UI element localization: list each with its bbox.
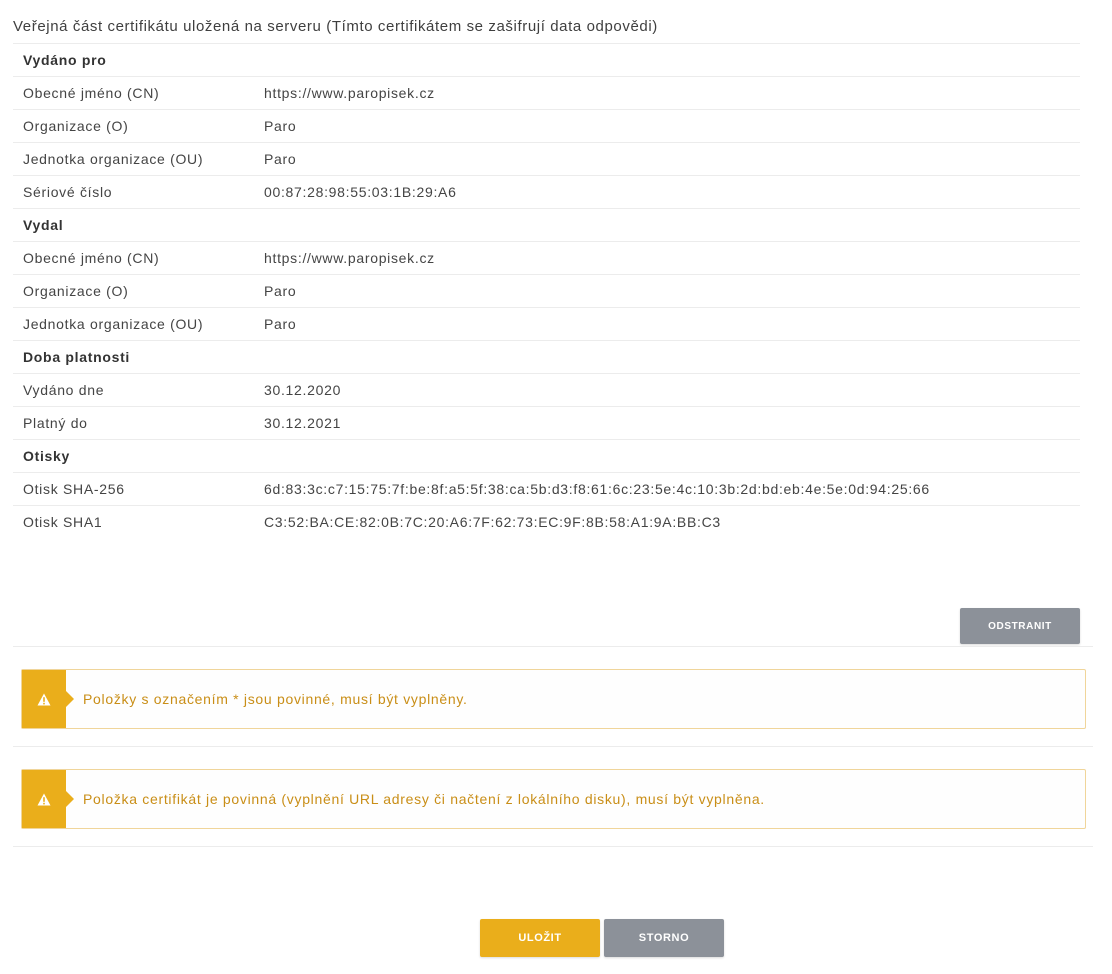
field-label: Sériové číslo — [13, 175, 254, 209]
table-row: Jednotka organizace (OU) Paro — [13, 307, 1080, 341]
section-validity: Doba platnosti — [13, 340, 1080, 374]
table-row: Otisk SHA-256 6d:83:3c:c7:15:75:7f:be:8f… — [13, 472, 1080, 506]
field-value: Paro — [254, 274, 1080, 308]
table-row: Organizace (O) Paro — [13, 109, 1080, 143]
field-label: Obecné jméno (CN) — [13, 76, 254, 110]
page-title: Veřejná část certifikátu uložená na serv… — [13, 18, 658, 35]
divider — [13, 846, 1093, 847]
table-row: Otisk SHA1 C3:52:BA:CE:82:0B:7C:20:A6:7F… — [13, 506, 1080, 539]
field-value: Paro — [254, 142, 1080, 176]
field-label: Organizace (O) — [13, 109, 254, 143]
table-row: Obecné jméno (CN) https://www.paropisek.… — [13, 241, 1080, 275]
alert-text: Položka certifikát je povinná (vyplnění … — [83, 791, 765, 807]
field-label: Jednotka organizace (OU) — [13, 307, 254, 341]
alert-icon-box — [22, 770, 74, 828]
field-value: C3:52:BA:CE:82:0B:7C:20:A6:7F:62:73:EC:9… — [264, 514, 721, 530]
warning-icon — [37, 793, 51, 805]
field-value: https://www.paropisek.cz — [254, 76, 1080, 110]
section-title: Otisky — [13, 439, 1080, 473]
section-issued-by: Vydal — [13, 208, 1080, 242]
alert-text: Položky s označením * jsou povinné, musí… — [83, 691, 468, 707]
section-title: Vydáno pro — [13, 44, 1080, 77]
divider — [13, 746, 1093, 747]
alert-icon-box — [22, 670, 74, 728]
field-label: Platný do — [13, 406, 254, 440]
field-label: Otisk SHA1 — [23, 514, 103, 530]
required-fields-alert: Položky s označením * jsou povinné, musí… — [21, 669, 1086, 729]
section-title: Doba platnosti — [13, 340, 1080, 374]
field-value: 30.12.2021 — [254, 406, 1080, 440]
certificate-required-alert: Položka certifikát je povinná (vyplnění … — [21, 769, 1086, 829]
field-value: Paro — [254, 307, 1080, 341]
section-fingerprints: Otisky — [13, 439, 1080, 473]
field-value: 30.12.2020 — [254, 373, 1080, 407]
field-label: Organizace (O) — [13, 274, 254, 308]
table-row: Platný do 30.12.2021 — [13, 406, 1080, 440]
table-row: Organizace (O) Paro — [13, 274, 1080, 308]
table-row: Sériové číslo 00:87:28:98:55:03:1B:29:A6 — [13, 175, 1080, 209]
certificate-table: Vydáno pro Obecné jméno (CN) https://www… — [13, 44, 1080, 538]
divider — [13, 646, 1093, 647]
field-value: Paro — [254, 109, 1080, 143]
field-label: Obecné jméno (CN) — [13, 241, 254, 275]
cancel-button[interactable]: STORNO — [604, 919, 724, 957]
field-label: Jednotka organizace (OU) — [13, 142, 254, 176]
field-value: 00:87:28:98:55:03:1B:29:A6 — [254, 175, 1080, 209]
section-issued-to: Vydáno pro — [13, 44, 1080, 77]
field-label: Vydáno dne — [13, 373, 254, 407]
table-row: Obecné jméno (CN) https://www.paropisek.… — [13, 76, 1080, 110]
table-row: Jednotka organizace (OU) Paro — [13, 142, 1080, 176]
field-value: https://www.paropisek.cz — [254, 241, 1080, 275]
field-value: 6d:83:3c:c7:15:75:7f:be:8f:a5:5f:38:ca:5… — [254, 472, 1080, 506]
section-title: Vydal — [13, 208, 1080, 242]
table-row: Vydáno dne 30.12.2020 — [13, 373, 1080, 407]
warning-icon — [37, 693, 51, 705]
save-button[interactable]: ULOŽIT — [480, 919, 600, 957]
field-label: Otisk SHA-256 — [13, 472, 254, 506]
remove-button[interactable]: ODSTRANIT — [960, 608, 1080, 644]
